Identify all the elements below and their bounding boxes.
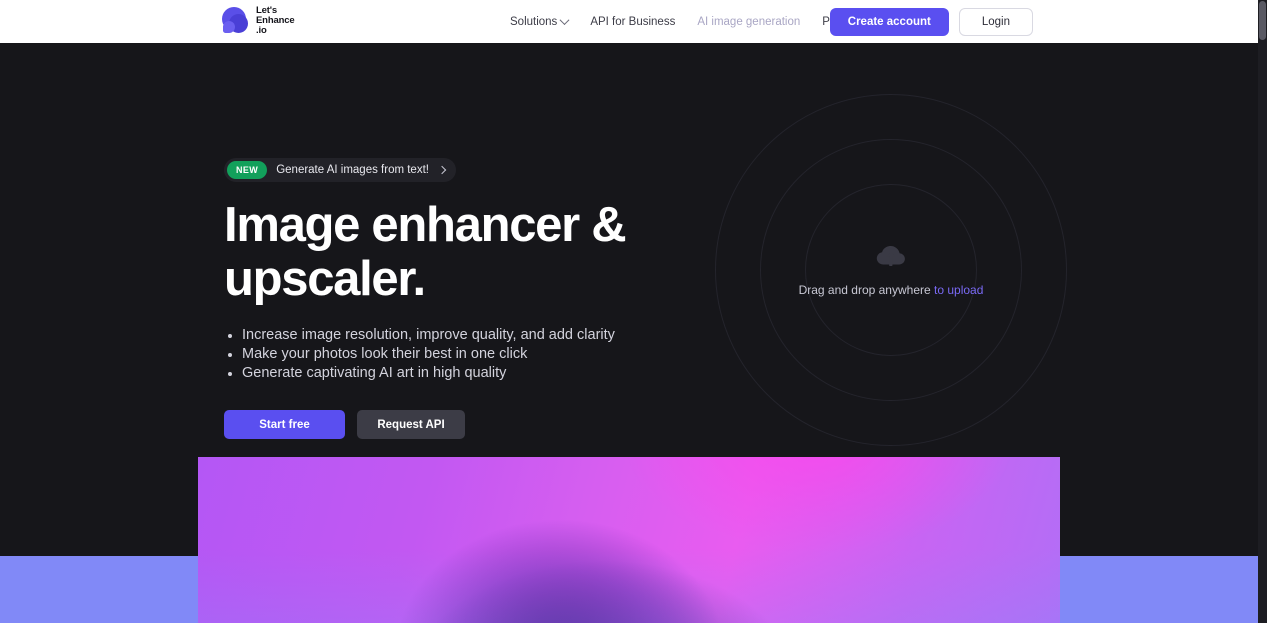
login-button[interactable]: Login — [958, 8, 1033, 36]
dropzone-text: Drag and drop anywhere to upload — [741, 283, 1041, 297]
scrollbar-thumb[interactable] — [1259, 1, 1266, 40]
upload-dropzone[interactable]: Drag and drop anywhere to upload — [741, 245, 1041, 297]
logo-wordmark: Let's Enhance .io — [256, 2, 295, 35]
header-actions: Create account Login — [829, 8, 1033, 36]
cloud-upload-icon — [876, 246, 905, 266]
request-api-button[interactable]: Request API — [357, 410, 465, 439]
dropzone-instruction: Drag and drop anywhere — [798, 283, 931, 297]
logo-line-3: .io — [256, 24, 267, 36]
upload-link[interactable]: to upload — [934, 283, 983, 297]
page-root: Let's Enhance .io Solutions API for Busi… — [0, 0, 1267, 623]
site-logo[interactable]: Let's Enhance .io — [222, 2, 295, 42]
nav-item-solutions[interactable]: Solutions — [510, 15, 570, 28]
status-badge: NEW — [227, 161, 268, 179]
lets-enhance-blob-logo-icon — [222, 7, 250, 35]
list-item: Increase image resolution, improve quali… — [224, 326, 744, 345]
announcement-text: Generate AI images from text! — [276, 164, 429, 176]
chevron-down-icon — [559, 15, 570, 26]
ukraine-flag-icon — [314, 8, 330, 18]
list-item: Generate captivating AI art in high qual… — [224, 364, 744, 383]
nav-item-label: AI image generation — [697, 15, 801, 28]
new-feature-announcement[interactable]: NEW Generate AI images from text! — [224, 158, 456, 182]
create-account-button[interactable]: Create account — [829, 8, 949, 36]
nav-item-label: API for Business — [590, 15, 676, 28]
site-header: Let's Enhance .io Solutions API for Busi… — [0, 0, 1258, 43]
hero-preview-image — [198, 457, 1060, 623]
hero-content: NEW Generate AI images from text! Image … — [224, 158, 744, 439]
page-scrollbar[interactable] — [1258, 0, 1267, 623]
nav-item-ai-image-generation[interactable]: AI image generation — [697, 16, 800, 28]
hero-cta-group: Start free Request API — [224, 410, 744, 439]
list-item: Make your photos look their best in one … — [224, 345, 744, 364]
start-free-button[interactable]: Start free — [224, 410, 345, 439]
nav-item-api-for-business[interactable]: API for Business — [590, 16, 675, 28]
hero-feature-list: Increase image resolution, improve quali… — [224, 326, 744, 383]
page-title: Image enhancer & upscaler. — [224, 198, 627, 306]
chevron-right-icon — [437, 165, 447, 175]
nav-item-label: Solutions — [510, 15, 558, 28]
